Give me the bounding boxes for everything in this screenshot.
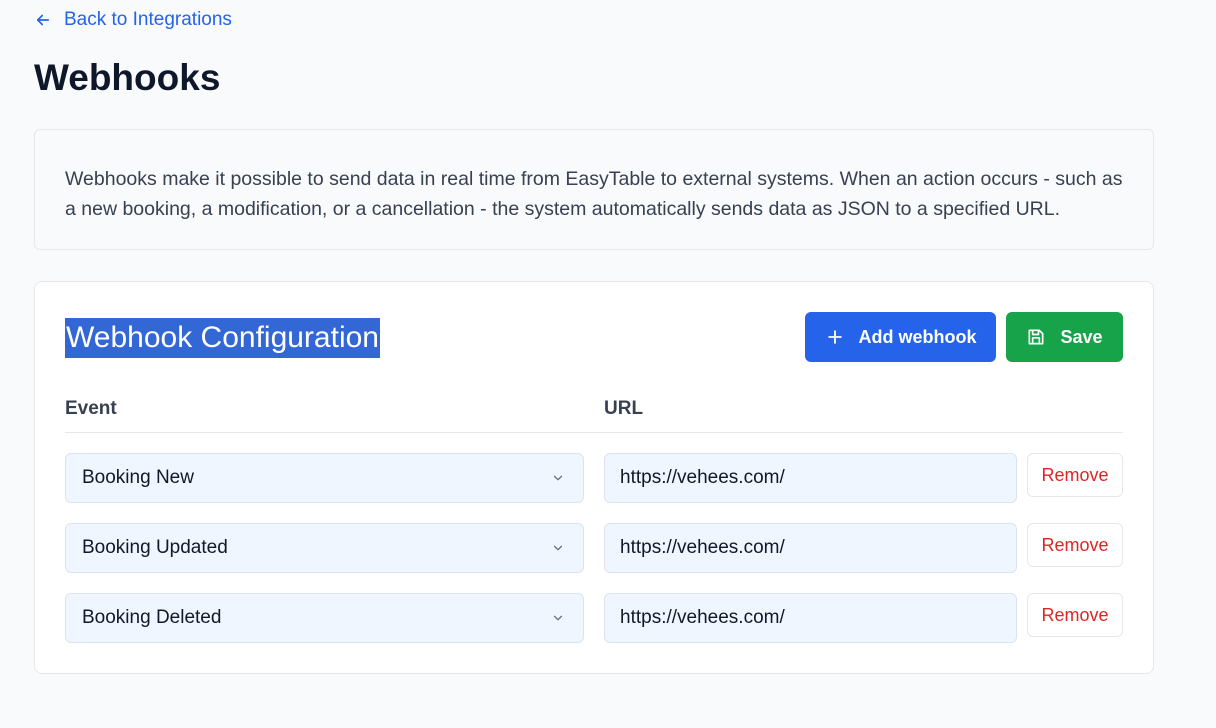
webhook-row: Booking Deleted Remove bbox=[65, 593, 1123, 643]
page-title: Webhooks bbox=[34, 57, 221, 98]
event-select[interactable]: Booking New bbox=[65, 453, 584, 503]
column-header-url: URL bbox=[604, 398, 644, 419]
url-input[interactable] bbox=[604, 593, 1017, 643]
chevron-down-icon bbox=[553, 615, 563, 621]
header-divider bbox=[65, 432, 1123, 433]
info-text: Webhooks make it possible to send data i… bbox=[65, 168, 1123, 220]
chevron-down-icon bbox=[553, 475, 563, 481]
floppy-disk-icon bbox=[1028, 329, 1044, 345]
back-link-label: Back to Integrations bbox=[64, 9, 232, 30]
card-title: Webhook Configuration bbox=[65, 318, 380, 358]
save-button[interactable]: Save bbox=[1006, 312, 1123, 362]
plus-icon bbox=[827, 330, 842, 344]
back-to-integrations-link[interactable]: Back to Integrations bbox=[34, 8, 232, 32]
add-webhook-button[interactable]: Add webhook bbox=[805, 312, 996, 362]
url-input[interactable] bbox=[604, 453, 1017, 503]
column-header-event: Event bbox=[65, 398, 117, 419]
url-input[interactable] bbox=[604, 523, 1017, 573]
remove-button[interactable]: Remove bbox=[1027, 593, 1123, 637]
webhook-configuration-card: Webhook Configuration Add webhook Save E… bbox=[34, 281, 1154, 674]
event-select[interactable]: Booking Updated bbox=[65, 523, 584, 573]
add-webhook-label: Add webhook bbox=[858, 326, 977, 347]
event-select-value: Booking Updated bbox=[82, 537, 228, 558]
event-select-value: Booking New bbox=[82, 467, 194, 488]
webhook-row: Booking Updated Remove bbox=[65, 523, 1123, 573]
info-box: Webhooks make it possible to send data i… bbox=[34, 129, 1154, 250]
arrow-left-icon bbox=[36, 14, 50, 26]
remove-button[interactable]: Remove bbox=[1027, 523, 1123, 567]
event-select-value: Booking Deleted bbox=[82, 607, 222, 628]
webhook-row: Booking New Remove bbox=[65, 453, 1123, 503]
save-label: Save bbox=[1060, 326, 1103, 347]
chevron-down-icon bbox=[553, 545, 563, 551]
remove-button[interactable]: Remove bbox=[1027, 453, 1123, 497]
event-select[interactable]: Booking Deleted bbox=[65, 593, 584, 643]
